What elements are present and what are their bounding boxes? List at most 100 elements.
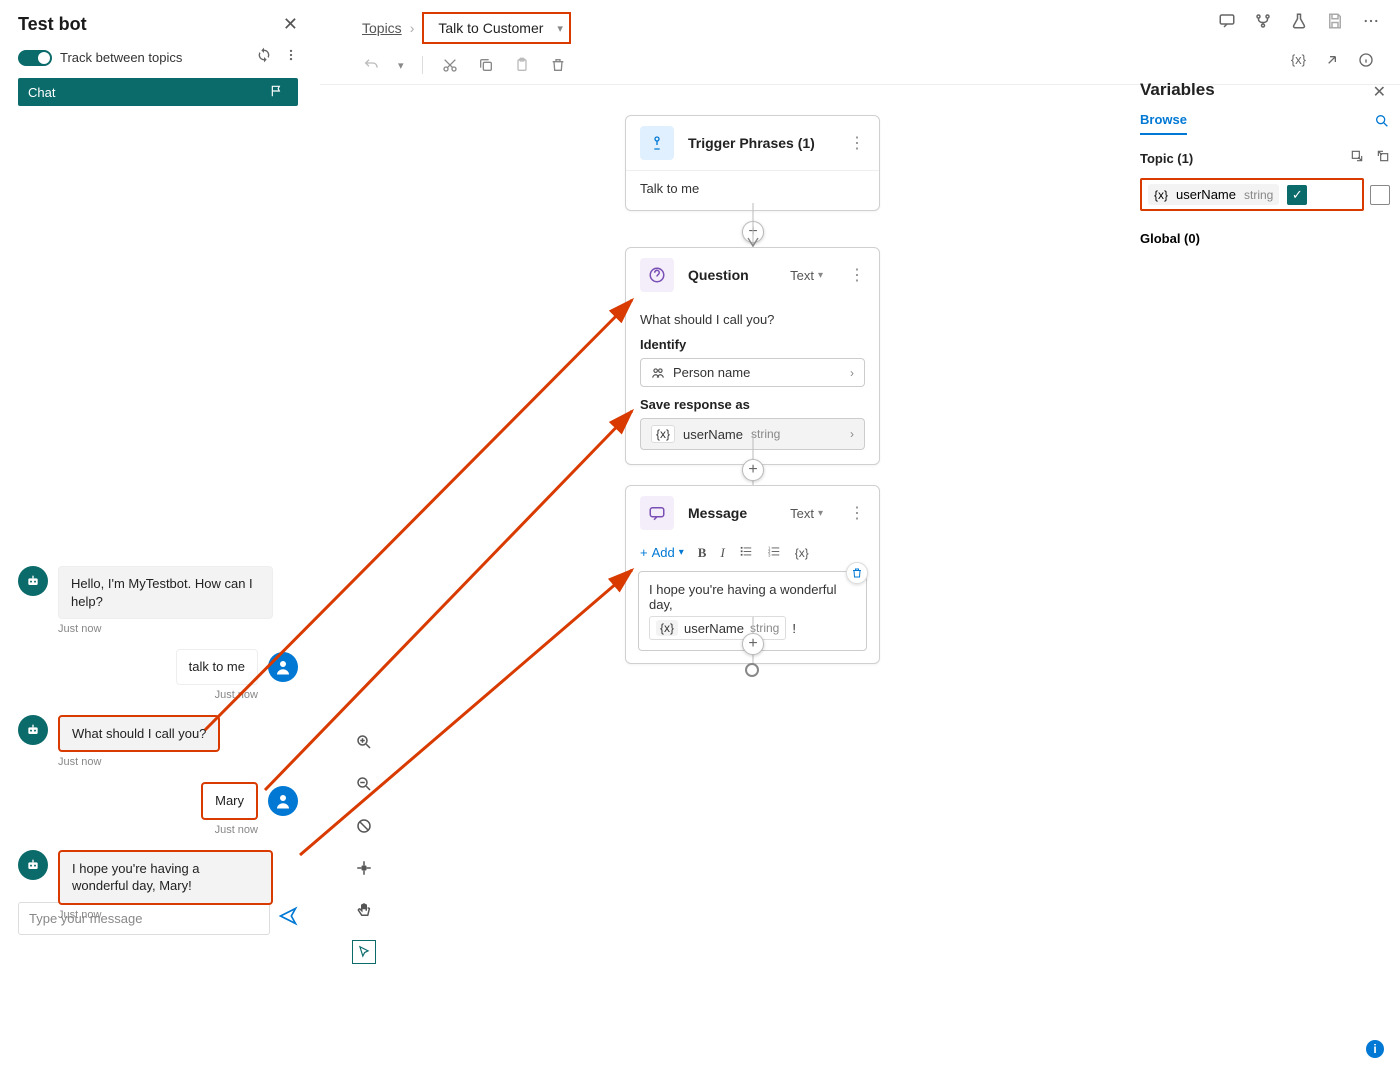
timestamp: Just now <box>58 756 298 768</box>
message-bubble-highlighted: What should I call you? <box>58 715 220 753</box>
user-message: talk to me <box>18 649 298 685</box>
add-node-button[interactable]: + <box>742 459 764 481</box>
flag-icon[interactable] <box>270 84 286 100</box>
message-toolbar: + Add ▾ B I 123 {x} <box>626 540 879 565</box>
zoom-controls <box>352 730 376 964</box>
info-badge-icon[interactable]: i <box>1366 1040 1384 1058</box>
user-message: Mary <box>18 782 298 820</box>
test-bot-subheader: Track between topics <box>18 47 298 68</box>
variable-type: string <box>751 427 780 441</box>
return-icon[interactable] <box>1376 149 1390 168</box>
close-icon[interactable]: ✕ <box>283 14 298 35</box>
message-title: Message <box>688 505 776 521</box>
global-section: Global (0) <box>1140 231 1390 246</box>
timestamp: Just now <box>58 909 298 921</box>
zoom-out-icon[interactable] <box>352 772 376 796</box>
fit-to-screen-icon[interactable] <box>352 856 376 880</box>
delete-icon[interactable] <box>549 56 567 74</box>
undo-dropdown-icon[interactable]: ▾ <box>398 59 404 72</box>
end-node-icon <box>745 663 759 677</box>
chevron-down-icon: ▾ <box>818 270 823 281</box>
breadcrumb-current[interactable]: Talk to Customer <box>430 16 551 40</box>
chevron-right-icon: › <box>850 427 854 441</box>
add-button[interactable]: + Add ▾ <box>640 545 684 560</box>
branch-icon[interactable] <box>1254 12 1272 30</box>
track-toggle[interactable] <box>18 50 52 66</box>
bot-avatar-icon <box>18 850 48 880</box>
chevron-right-icon: › <box>850 366 854 380</box>
identify-select[interactable]: Person name › <box>640 358 865 387</box>
person-icon <box>651 366 665 380</box>
variable-icon: {x} <box>656 620 678 636</box>
variable-name: userName <box>683 427 743 442</box>
more-icon[interactable] <box>284 48 298 67</box>
cut-icon[interactable] <box>441 56 459 74</box>
message-text: I hope you're having a wonderful day, <box>649 582 856 612</box>
variables-button[interactable]: {x} <box>1291 52 1306 73</box>
zoom-reset-icon[interactable] <box>352 814 376 838</box>
undo-icon[interactable] <box>362 56 380 74</box>
test-bot-header: Test bot ✕ <box>18 14 298 35</box>
info-icon[interactable] <box>1358 52 1374 73</box>
share-icon[interactable] <box>1324 52 1340 73</box>
list-ol-icon[interactable]: 123 <box>767 544 781 561</box>
breadcrumb-topics[interactable]: Topics <box>362 20 402 36</box>
italic-button[interactable]: I <box>720 545 724 561</box>
more-icon[interactable] <box>1362 12 1380 30</box>
close-icon[interactable]: ✕ <box>1373 82 1386 102</box>
question-node[interactable]: Question Text ▾ ⋮ What should I call you… <box>625 247 880 465</box>
timestamp: Just now <box>18 689 258 701</box>
node-more-icon[interactable]: ⋮ <box>849 503 865 523</box>
variable-chip-highlighted[interactable]: {x} userName string ✓ <box>1140 178 1364 211</box>
bold-button[interactable]: B <box>698 545 707 561</box>
bot-message: I hope you're having a wonderful day, Ma… <box>18 850 298 905</box>
copy-icon[interactable] <box>477 56 495 74</box>
variables-tab-browse[interactable]: Browse <box>1140 112 1187 135</box>
add-node-button[interactable]: + <box>742 633 764 655</box>
track-label: Track between topics <box>60 50 182 65</box>
checkbox-unchecked[interactable] <box>1370 185 1390 205</box>
header-actions <box>1218 12 1380 30</box>
bot-avatar-icon <box>18 566 48 596</box>
bot-message: Hello, I'm MyTestbot. How can I help? <box>18 566 298 619</box>
bot-avatar-icon <box>18 715 48 745</box>
identify-label: Identify <box>640 337 865 352</box>
trigger-title: Trigger Phrases (1) <box>688 135 835 151</box>
topic-section: Topic (1) <box>1140 151 1193 166</box>
user-avatar-icon <box>268 652 298 682</box>
flask-icon[interactable] <box>1290 12 1308 30</box>
receive-icon[interactable] <box>1350 149 1364 168</box>
trigger-node[interactable]: Trigger Phrases (1) ⋮ Talk to me <box>625 115 880 211</box>
pan-icon[interactable] <box>352 898 376 922</box>
variable-icon: {x} <box>1154 188 1168 202</box>
node-type[interactable]: Text ▾ <box>790 506 823 521</box>
node-more-icon[interactable]: ⋮ <box>849 133 865 153</box>
save-icon[interactable] <box>1326 12 1344 30</box>
refresh-icon[interactable] <box>256 47 272 68</box>
message-punct: ! <box>792 621 796 636</box>
variable-icon: {x} <box>651 425 675 443</box>
variable-row: {x} userName string ✓ <box>1140 178 1390 211</box>
node-more-icon[interactable]: ⋮ <box>849 265 865 285</box>
cursor-icon[interactable] <box>352 940 376 964</box>
node-type[interactable]: Text ▾ <box>790 268 823 283</box>
search-icon[interactable] <box>1374 113 1390 134</box>
variable-chip[interactable]: {x} userName string <box>649 616 786 640</box>
chevron-down-icon[interactable]: ▾ <box>557 22 563 35</box>
chevron-right-icon: › <box>410 20 415 36</box>
paste-icon[interactable] <box>513 56 531 74</box>
chat-icon[interactable] <box>1218 12 1236 30</box>
checkbox-checked[interactable]: ✓ <box>1287 185 1307 205</box>
canvas-toolbar-right: {x} <box>1291 52 1374 73</box>
variable-insert-button[interactable]: {x} <box>795 546 809 560</box>
question-title: Question <box>688 267 776 283</box>
list-ul-icon[interactable] <box>739 544 753 561</box>
chat-tab[interactable]: Chat <box>18 78 298 106</box>
question-text: What should I call you? <box>640 312 865 327</box>
variables-panel: Variables ✕ Browse Topic (1) {x} userNam… <box>1140 80 1390 246</box>
zoom-in-icon[interactable] <box>352 730 376 754</box>
delete-variation-icon[interactable] <box>846 562 868 584</box>
bot-message: What should I call you? <box>18 715 298 753</box>
trigger-icon <box>640 126 674 160</box>
save-response-label: Save response as <box>640 397 865 412</box>
